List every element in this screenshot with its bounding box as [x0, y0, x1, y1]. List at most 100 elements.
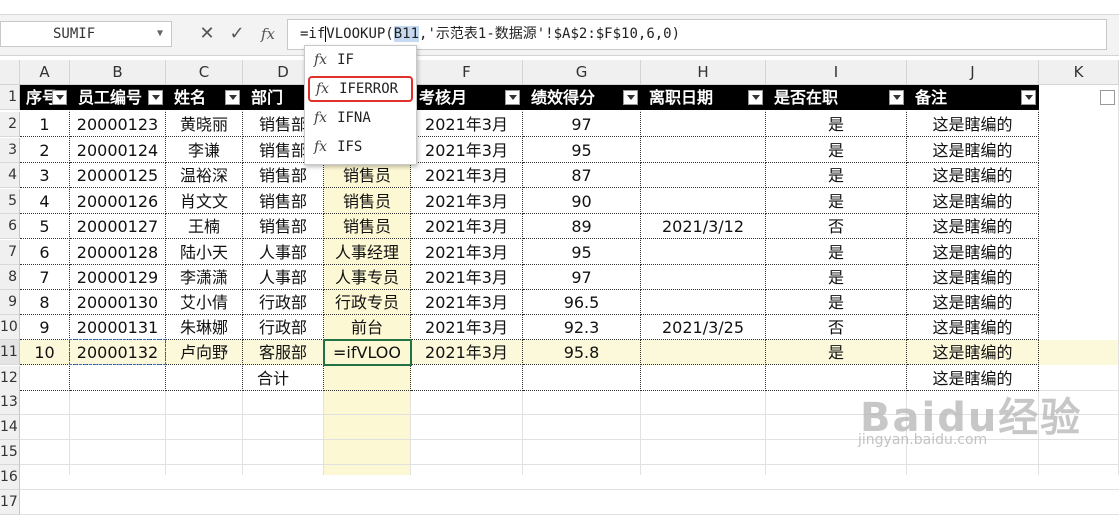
- table-cell[interactable]: 2: [20, 138, 70, 163]
- table-header-cell[interactable]: 序号: [20, 85, 70, 110]
- table-cell[interactable]: 2021年3月: [411, 138, 523, 163]
- row-header[interactable]: 1: [0, 85, 20, 110]
- table-cell[interactable]: 97: [523, 112, 641, 137]
- filter-dropdown-icon[interactable]: [148, 90, 163, 105]
- row-header[interactable]: 6: [0, 214, 20, 239]
- table-cell[interactable]: 温裕深: [166, 163, 243, 188]
- table-cell[interactable]: 是: [766, 189, 907, 214]
- filter-dropdown-icon[interactable]: [889, 90, 904, 105]
- table-cell[interactable]: 陆小天: [166, 240, 243, 265]
- table-cell[interactable]: 是: [766, 290, 907, 315]
- table-cell[interactable]: 这是瞎编的: [907, 112, 1039, 137]
- table-cell[interactable]: [641, 290, 766, 315]
- column-header[interactable]: J: [907, 60, 1039, 85]
- row-header[interactable]: 7: [0, 240, 20, 265]
- name-box[interactable]: SUMIF ▼: [0, 21, 172, 47]
- row-header[interactable]: 8: [0, 265, 20, 290]
- row-header[interactable]: 3: [0, 138, 20, 163]
- table-cell[interactable]: 7: [20, 265, 70, 290]
- table-header-cell[interactable]: 姓名: [166, 85, 243, 110]
- table-cell[interactable]: 是: [766, 163, 907, 188]
- table-cell[interactable]: 89: [523, 214, 641, 239]
- table-cell[interactable]: [641, 240, 766, 265]
- column-header[interactable]: I: [766, 60, 907, 85]
- table-cell[interactable]: 这是瞎编的: [907, 265, 1039, 290]
- filter-dropdown-icon[interactable]: [748, 90, 763, 105]
- column-header[interactable]: B: [70, 60, 166, 85]
- table-cell[interactable]: [523, 366, 641, 391]
- table-cell[interactable]: [641, 366, 766, 391]
- table-cell[interactable]: 97: [523, 265, 641, 290]
- table-cell[interactable]: 这是瞎编的: [907, 340, 1039, 365]
- table-cell[interactable]: 6: [20, 240, 70, 265]
- autocomplete-item-ifs[interactable]: fx IFS: [308, 134, 413, 160]
- table-cell[interactable]: 人事专员: [324, 265, 411, 290]
- table-cell[interactable]: [166, 366, 243, 391]
- insert-function-icon[interactable]: fx: [257, 23, 279, 45]
- table-cell[interactable]: 销售部: [243, 214, 324, 239]
- chevron-down-icon[interactable]: ▼: [157, 22, 163, 46]
- row-header[interactable]: 5: [0, 189, 20, 214]
- table-cell[interactable]: 20000123: [70, 112, 166, 137]
- table-cell[interactable]: 是: [766, 240, 907, 265]
- filter-dropdown-icon[interactable]: [505, 90, 520, 105]
- column-header[interactable]: C: [166, 60, 243, 85]
- filter-dropdown-icon[interactable]: [623, 90, 638, 105]
- table-cell[interactable]: [641, 265, 766, 290]
- table-cell[interactable]: 否: [766, 315, 907, 340]
- table-cell[interactable]: 前台: [324, 315, 411, 340]
- row-header[interactable]: 14: [0, 415, 20, 440]
- table-cell[interactable]: 是: [766, 340, 907, 365]
- table-cell[interactable]: 20000128: [70, 240, 166, 265]
- table-cell[interactable]: 87: [523, 163, 641, 188]
- table-cell[interactable]: [324, 366, 411, 391]
- column-header[interactable]: K: [1039, 60, 1119, 85]
- autocomplete-item-ifna[interactable]: fx IFNA: [308, 105, 413, 131]
- function-autocomplete-list[interactable]: fx IF fx IFERROR fx IFNA fx IFS: [304, 45, 417, 165]
- table-cell[interactable]: 20000124: [70, 138, 166, 163]
- table-cell[interactable]: 肖文文: [166, 189, 243, 214]
- table-cell[interactable]: 10: [20, 340, 70, 365]
- table-cell[interactable]: 95: [523, 240, 641, 265]
- table-cell[interactable]: 2021年3月: [411, 214, 523, 239]
- table-cell[interactable]: 20000130: [70, 290, 166, 315]
- table-cell[interactable]: 95: [523, 138, 641, 163]
- table-cell[interactable]: 行政专员: [324, 290, 411, 315]
- table-cell[interactable]: 人事经理: [324, 240, 411, 265]
- table-cell[interactable]: 销售部: [243, 189, 324, 214]
- table-cell[interactable]: 95.8: [523, 340, 641, 365]
- table-header-cell[interactable]: 离职日期: [641, 85, 766, 110]
- table-cell[interactable]: 2021年3月: [411, 290, 523, 315]
- table-header-cell[interactable]: 是否在职: [766, 85, 907, 110]
- table-cell[interactable]: 20000127: [70, 214, 166, 239]
- table-cell[interactable]: 这是瞎编的: [907, 163, 1039, 188]
- table-cell[interactable]: 20000131: [70, 315, 166, 340]
- table-cell[interactable]: 92.3: [523, 315, 641, 340]
- table-cell[interactable]: [641, 138, 766, 163]
- total-label[interactable]: 合计: [243, 366, 324, 391]
- table-cell[interactable]: 2021/3/12: [641, 214, 766, 239]
- row-header[interactable]: 11: [0, 340, 20, 365]
- table-cell[interactable]: 这是瞎编的: [907, 214, 1039, 239]
- table-cell[interactable]: [641, 340, 766, 365]
- table-cell[interactable]: 人事部: [243, 240, 324, 265]
- table-cell[interactable]: 艾小倩: [166, 290, 243, 315]
- table-cell[interactable]: 2021/3/25: [641, 315, 766, 340]
- table-cell[interactable]: 人事部: [243, 265, 324, 290]
- row-header[interactable]: 17: [0, 490, 20, 515]
- filter-dropdown-icon[interactable]: [225, 90, 240, 105]
- table-cell[interactable]: 2021年3月: [411, 189, 523, 214]
- table-cell[interactable]: 9: [20, 315, 70, 340]
- column-header[interactable]: A: [20, 60, 70, 85]
- table-cell[interactable]: 这是瞎编的: [907, 315, 1039, 340]
- filter-dropdown-icon[interactable]: [1100, 90, 1115, 105]
- table-cell[interactable]: 客服部: [243, 340, 324, 365]
- autocomplete-item-if[interactable]: fx IF: [308, 47, 413, 73]
- table-cell[interactable]: [641, 163, 766, 188]
- table-cell[interactable]: 否: [766, 214, 907, 239]
- table-header-cell[interactable]: 备注: [907, 85, 1039, 110]
- table-cell[interactable]: 这是瞎编的: [907, 189, 1039, 214]
- table-cell[interactable]: 3: [20, 163, 70, 188]
- cancel-icon[interactable]: ✕: [196, 23, 218, 45]
- table-cell[interactable]: 这是瞎编的: [907, 240, 1039, 265]
